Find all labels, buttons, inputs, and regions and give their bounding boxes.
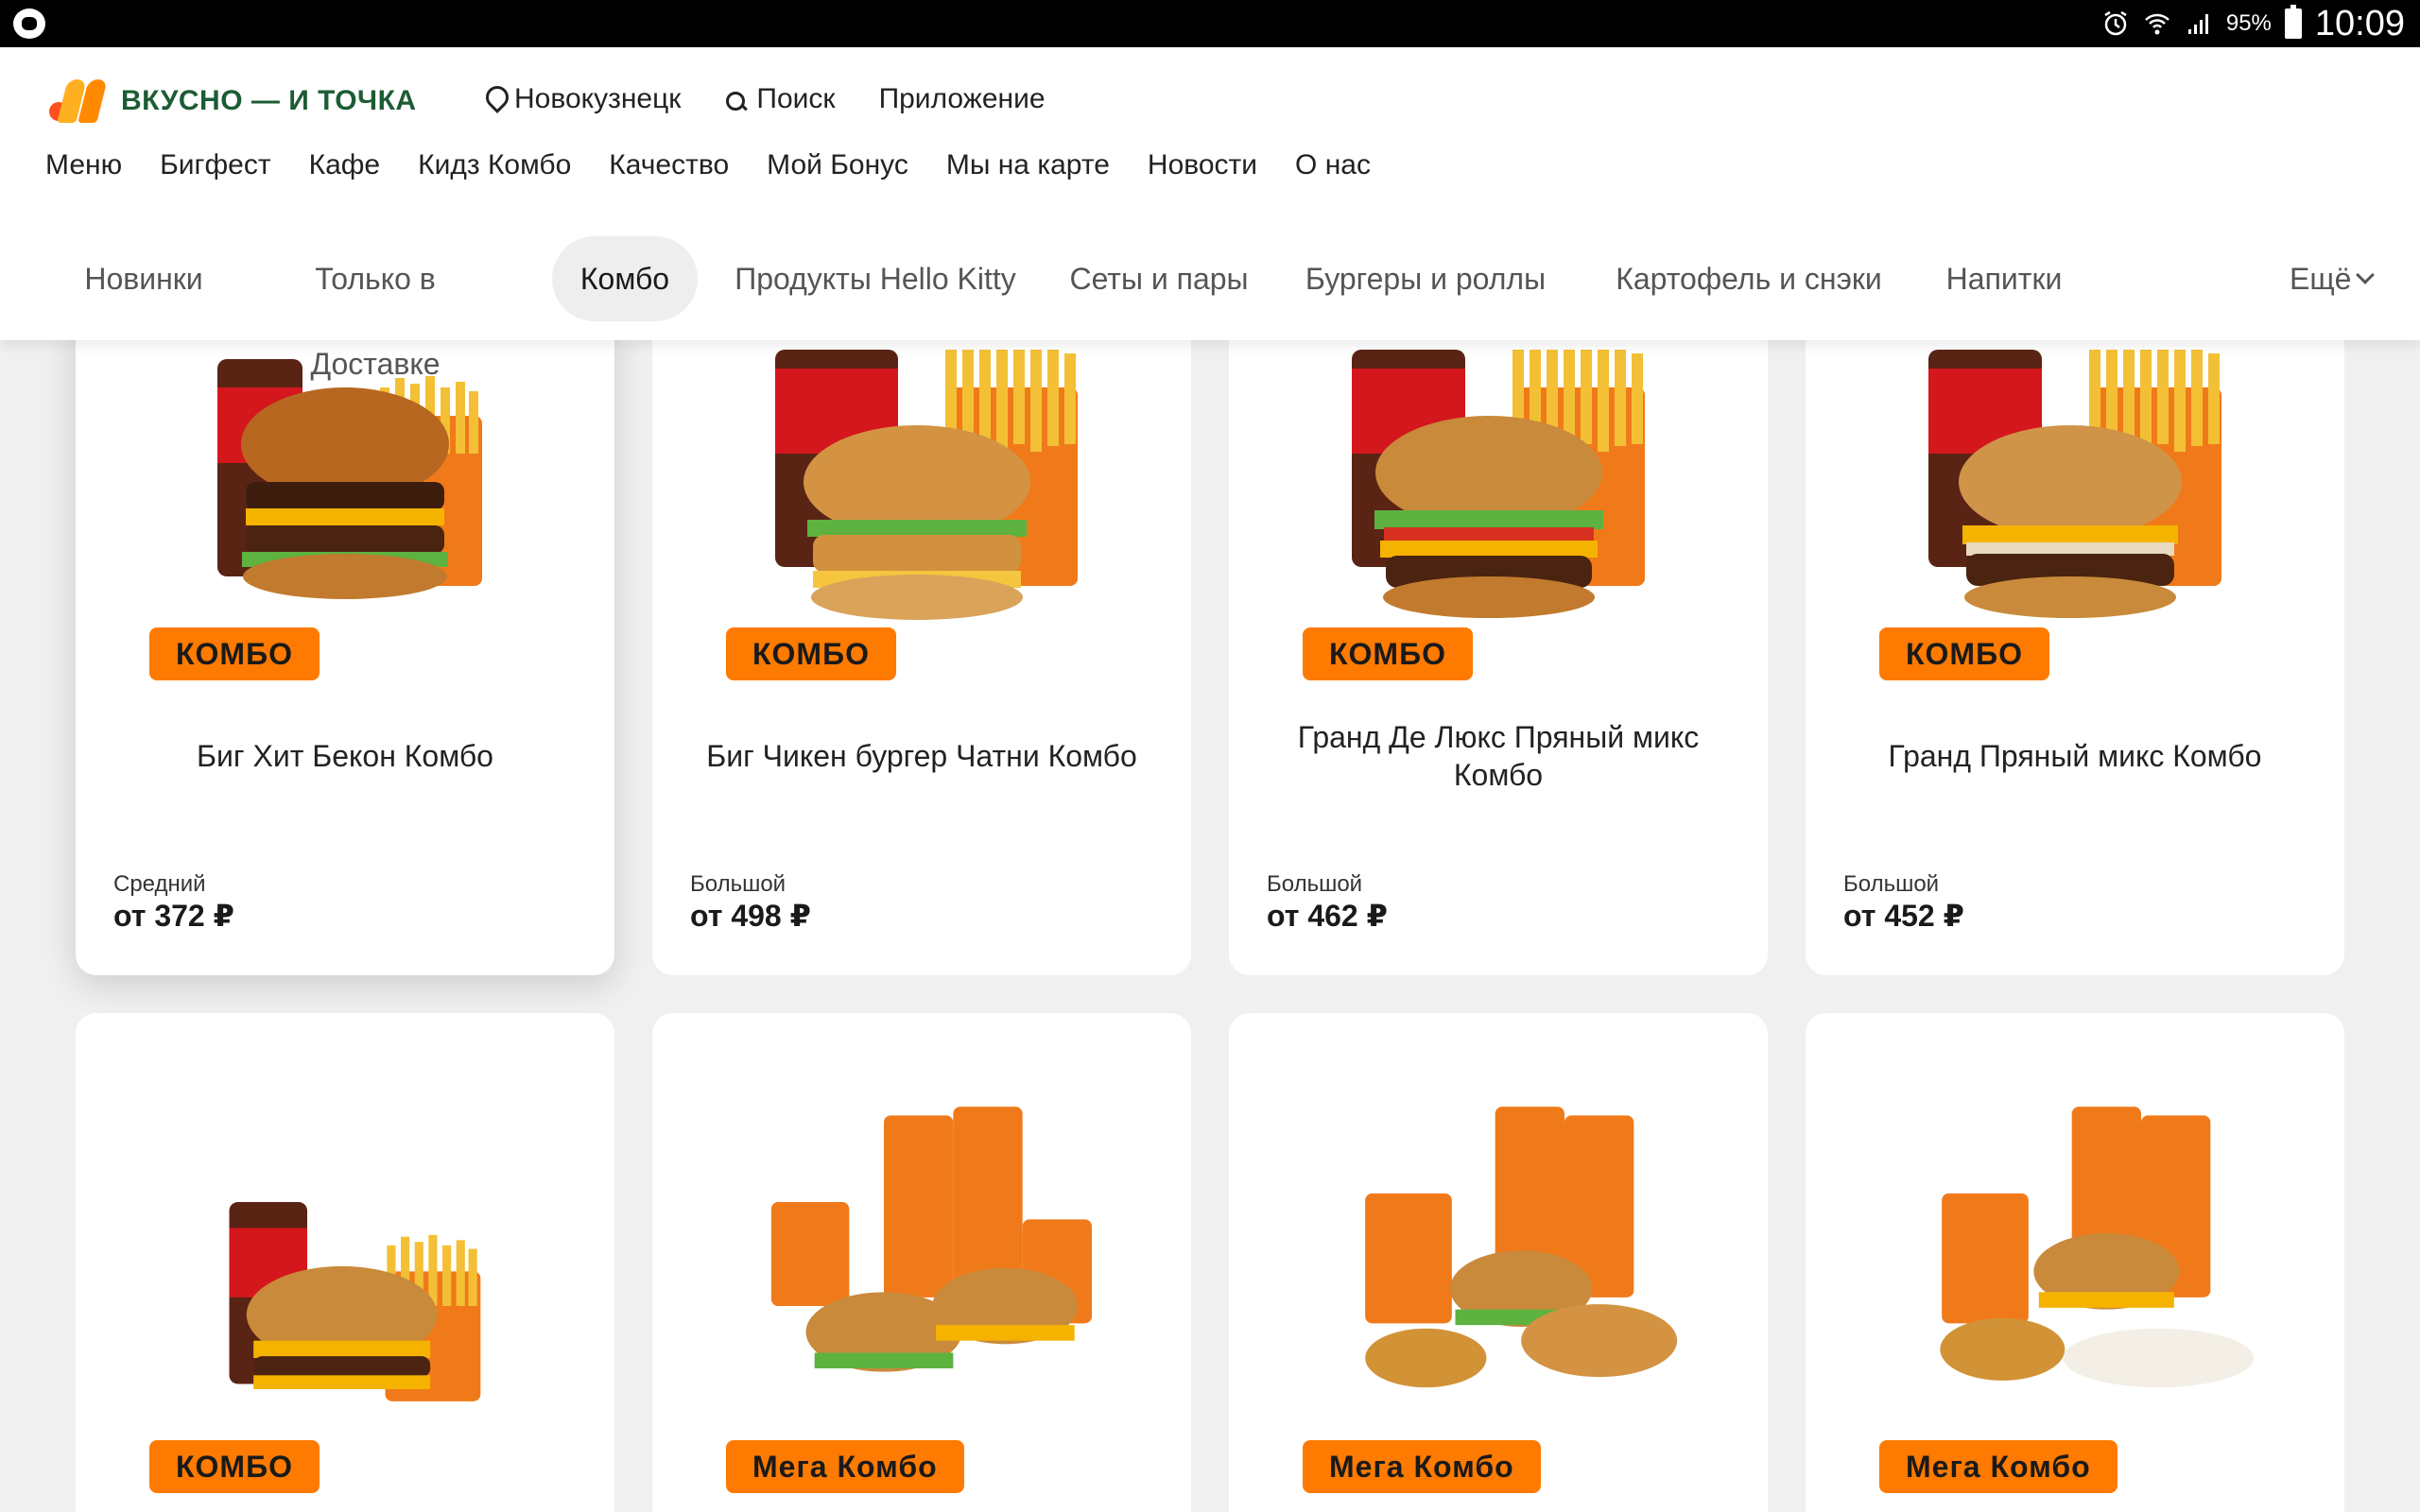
nav-item-about[interactable]: О нас [1295,149,1371,181]
product-card[interactable]: Мега Комбо [652,1013,1191,1512]
combo-image [229,1202,481,1401]
product-size: Большой [1843,871,1940,897]
product-card[interactable]: КОМБО Гранд Пряный микс Комбо Большой от… [1806,312,2344,975]
combo-image [1365,1107,1678,1388]
product-name: Биг Хит Бекон Комбо [197,739,493,773]
app-label: Приложение [878,83,1046,114]
product-name: Гранд Де Люкс Пряный микс Комбо [1297,720,1700,792]
combo-image [1928,350,2221,618]
main-nav: Меню Бигфест Кафе Кидз Комбо Качество Мо… [45,149,1371,181]
status-bar: 95% 10:09 [0,0,2420,47]
nav-item-kids-combo[interactable]: Кидз Комбо [418,149,571,181]
mega-combo-badge: Мега Комбо [1879,1440,2118,1493]
search-icon [724,88,747,111]
tab-drinks[interactable]: Напитки [1910,236,2099,321]
battery-percent: 95% [2225,10,2272,36]
nav-item-my-bonus[interactable]: Мой Бонус [767,149,908,181]
alarm-icon [2104,10,2127,36]
tab-combo[interactable]: Комбо [552,236,698,321]
signal-icon [2187,14,2208,34]
product-price: от 372 ₽ [113,899,234,933]
product-size: Средний [113,871,206,897]
logo-icon [49,79,108,123]
city-label: Новокузнецк [514,83,682,114]
product-size: Большой [1267,871,1363,897]
product-card[interactable]: Мега Комбо [1229,1013,1768,1512]
tab-burgers[interactable]: Бургеры и роллы [1284,236,1567,321]
more-label: Ещё [2290,262,2352,296]
product-card[interactable]: КОМБО Биг Хит Бекон Комбо Средний от 372… [76,312,614,975]
combo-badge: КОМБО [1879,627,2049,680]
product-price: от 452 ₽ [1843,899,1964,933]
nav-item-quality[interactable]: Качество [609,149,729,181]
mega-combo-badge: Мега Комбо [726,1440,964,1493]
mega-combo-badge: Мега Комбо [1303,1440,1541,1493]
battery-icon [2284,5,2302,39]
wifi-icon [2144,13,2169,35]
combo-image [1940,1107,2255,1388]
app-link[interactable]: Приложение [879,83,1046,115]
tab-delivery-only[interactable]: Только в Доставке [251,236,499,381]
combo-image [1352,350,1645,618]
search-button[interactable]: Поиск [724,83,836,115]
product-card[interactable]: Мега Комбо [1806,1013,2344,1512]
product-price: от 462 ₽ [1267,899,1388,933]
combo-badge: КОМБО [1303,627,1473,680]
product-card[interactable]: КОМБО Гранд Де Люкс Пряный микс Комбо Бо… [1229,312,1768,975]
logo-text: ВКУСНО — И ТОЧКА [121,85,417,116]
combo-badge: КОМБО [149,627,320,680]
category-tabs: Новинки Только в Доставке Комбо Продукты… [57,236,2376,381]
combo-badge: КОМБО [149,1440,320,1493]
tab-new[interactable]: Новинки [57,236,231,321]
product-card[interactable]: КОМБО Биг Чикен бургер Чатни Комбо Больш… [652,312,1191,975]
tab-hello-kitty[interactable]: Продукты Hello Kitty [715,236,1036,321]
product-card[interactable]: КОМБО [76,1013,614,1512]
location-pin-icon [484,86,505,112]
city-selector[interactable]: Новокузнецк [484,83,681,115]
more-dropdown[interactable]: Ещё [2290,236,2376,321]
nav-item-menu[interactable]: Меню [45,149,122,181]
combo-image [770,1107,1092,1372]
top-nav: Новокузнецк Поиск Приложение [484,83,1046,115]
nav-item-news[interactable]: Новости [1148,149,1257,181]
clock: 10:09 [2314,3,2405,43]
nav-item-bigfest[interactable]: Бигфест [160,149,271,181]
nav-item-cafe[interactable]: Кафе [309,149,381,181]
tab-fries-snacks[interactable]: Картофель и снэки [1588,236,1910,321]
product-size: Большой [690,871,786,897]
chevron-down-icon [2356,266,2376,284]
product-price: от 498 ₽ [690,899,811,933]
app-notification-icon [13,9,45,39]
nav-item-map[interactable]: Мы на карте [946,149,1110,181]
site-header: ВКУСНО — И ТОЧКА Новокузнецк Поиск Прило… [0,47,2420,381]
search-label: Поиск [756,83,836,114]
combo-image [775,350,1078,620]
product-name: Биг Чикен бургер Чатни Комбо [706,739,1137,773]
product-name: Гранд Пряный микс Комбо [1888,739,2262,773]
tab-sets[interactable]: Сеты и пары [1055,236,1263,321]
combo-badge: КОМБО [726,627,896,680]
status-icons: 95% 10:09 [2101,0,2405,47]
brand-logo[interactable]: ВКУСНО — И ТОЧКА [49,79,417,123]
